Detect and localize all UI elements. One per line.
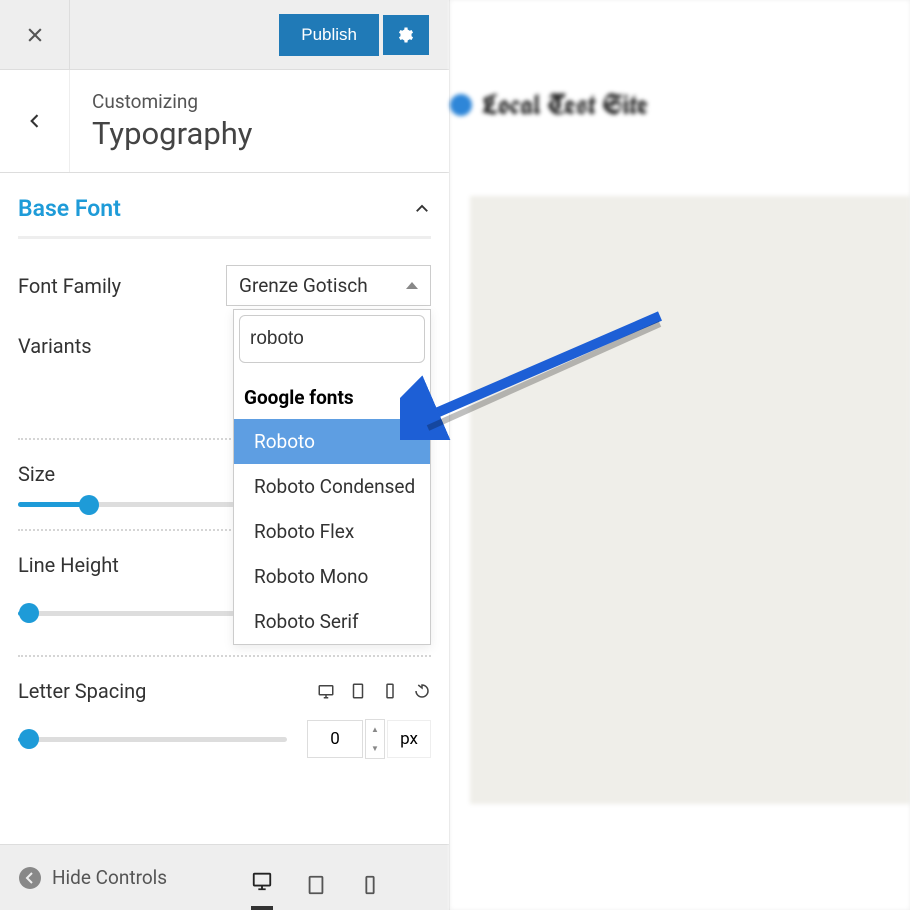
dropdown-option-roboto-condensed[interactable]: Roboto Condensed [234,464,430,509]
desktop-icon[interactable] [317,682,335,700]
letter-spacing-unit[interactable]: px [387,720,431,758]
publish-button[interactable]: Publish [279,14,379,56]
preview-tablet-toggle[interactable] [305,856,327,910]
divider [18,655,431,657]
preview-desktop-toggle[interactable] [251,852,273,910]
size-slider-thumb[interactable] [79,495,99,515]
font-family-row: Font Family Grenze Gotisch Google fonts … [18,265,431,306]
hide-controls-button[interactable]: Hide Controls [18,866,167,890]
line-height-slider-thumb[interactable] [19,603,39,623]
letter-spacing-slider-thumb[interactable] [19,729,39,749]
dropdown-option-roboto-flex[interactable]: Roboto Flex [234,509,430,554]
top-bar: Publish [0,0,449,70]
customizing-label: Customizing [92,90,252,113]
font-family-value: Grenze Gotisch [239,274,368,297]
dropdown-option-roboto-serif[interactable]: Roboto Serif [234,599,430,644]
dropdown-option-roboto[interactable]: Roboto [234,419,430,464]
preview-content-block [470,196,910,804]
desktop-icon [251,870,273,892]
font-family-select[interactable]: Grenze Gotisch [226,265,431,306]
stepper-down[interactable]: ▼ [366,739,384,758]
chevron-up-icon [413,200,431,218]
site-logo [450,94,472,116]
site-preview: Local Test Site [450,0,910,910]
line-height-label: Line Height [18,553,119,577]
font-family-label: Font Family [18,274,121,298]
tablet-icon[interactable] [349,682,367,700]
dropdown-option-roboto-mono[interactable]: Roboto Mono [234,554,430,599]
hide-controls-label: Hide Controls [52,866,167,889]
collapse-left-icon [18,866,42,890]
letter-spacing-input[interactable]: 0 [307,720,363,758]
footer-bar: Hide Controls [0,844,449,910]
dropdown-group-title: Google fonts [234,368,430,419]
publish-settings-button[interactable] [383,15,429,55]
section-divider [18,236,431,239]
letter-spacing-label: Letter Spacing [18,679,146,703]
chevron-left-icon [25,111,45,131]
caret-up-icon [406,282,418,289]
close-customizer-button[interactable] [0,0,70,69]
panel-title: Typography [92,115,252,152]
stepper-up[interactable]: ▲ [366,720,384,739]
gear-icon [397,26,415,44]
preview-mobile-toggle[interactable] [359,856,381,910]
base-font-title: Base Font [18,195,121,222]
letter-spacing-slider[interactable] [18,737,287,742]
back-button[interactable] [0,70,70,172]
mobile-icon[interactable] [381,682,399,700]
reset-icon[interactable] [413,682,431,700]
size-label: Size [18,462,55,486]
mobile-icon [359,874,381,896]
tablet-icon [305,874,327,896]
base-font-section-toggle[interactable]: Base Font [18,173,431,236]
site-title: Local Test Site [482,86,648,123]
close-icon [25,25,45,45]
font-family-dropdown: Google fonts Roboto Roboto Condensed Rob… [233,309,431,645]
font-search-input[interactable] [239,315,425,363]
panel-header: Customizing Typography [0,70,449,173]
